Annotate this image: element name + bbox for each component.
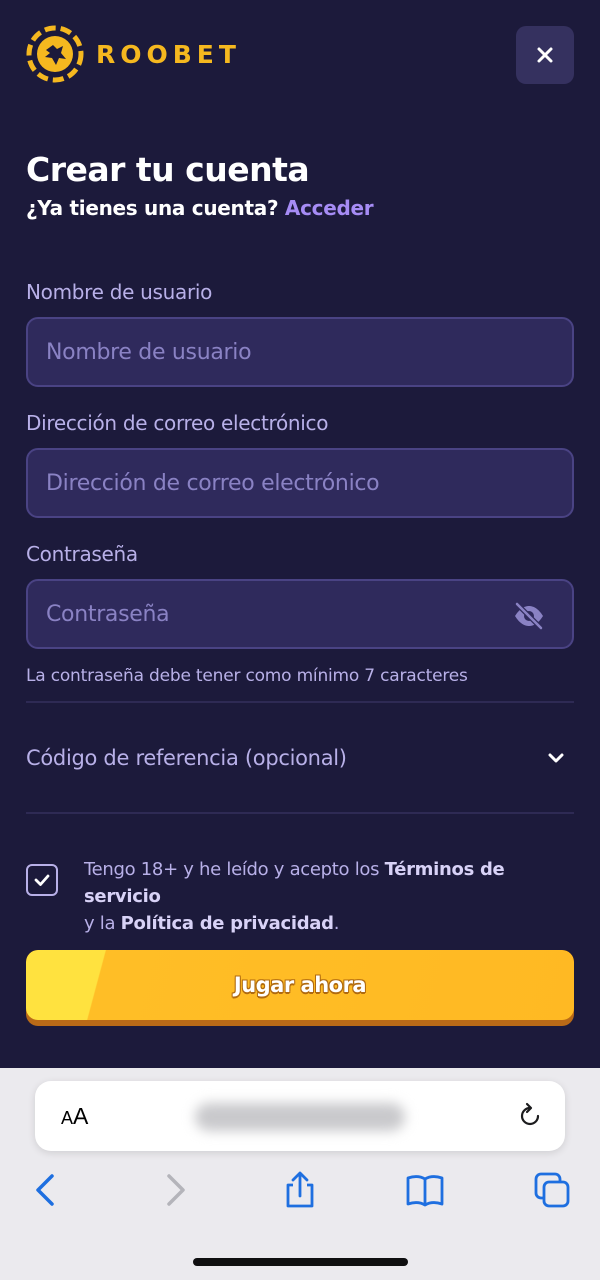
privacy-policy-link[interactable]: Política de privacidad [121,913,334,934]
password-hint: La contraseña debe tener como mínimo 7 c… [26,666,468,686]
eye-off-icon[interactable] [512,599,546,633]
play-now-face: Jugar ahora [26,950,574,1020]
terms-prefix: Tengo 18+ y he leído y acepto los [84,859,385,880]
forward-icon[interactable] [155,1170,195,1210]
page-title: Crear tu cuenta [26,150,310,189]
checkmark-icon [34,874,50,886]
username-label: Nombre de usuario [26,280,213,304]
login-link[interactable]: Acceder [285,196,374,220]
home-indicator [193,1258,408,1266]
terms-row: Tengo 18+ y he leído y acepto los Términ… [26,856,586,937]
referral-code-toggle[interactable]: Código de referencia (opcional) [26,704,574,812]
brand-name: ROOBET [96,39,241,69]
chevron-down-icon [548,753,564,763]
terms-middle: y la [84,913,121,934]
terms-text: Tengo 18+ y he leído y acepto los Términ… [84,856,586,937]
terms-checkbox[interactable] [26,864,58,896]
email-input[interactable] [46,470,572,496]
username-field[interactable] [26,317,574,387]
password-input[interactable] [46,601,572,627]
divider-bottom [26,812,574,814]
username-input[interactable] [46,339,572,365]
divider-top [26,701,574,703]
terms-suffix: . [333,913,340,934]
brand: ROOBET [26,25,241,83]
close-button[interactable] [516,26,574,84]
referral-label: Código de referencia (opcional) [26,746,347,770]
password-field[interactable] [26,579,574,649]
address-bar[interactable]: AA [35,1081,565,1151]
close-icon [537,47,553,63]
login-prompt-question: ¿Ya tienes una cuenta? [26,196,279,220]
email-field[interactable] [26,448,574,518]
url-text-blurred [195,1103,405,1131]
reload-icon[interactable] [515,1101,545,1131]
browser-chrome: AA [0,1068,600,1280]
tabs-icon[interactable] [532,1170,572,1210]
play-now-button[interactable]: Jugar ahora [26,950,574,1026]
password-label: Contraseña [26,542,138,566]
login-prompt: ¿Ya tienes una cuenta? Acceder [26,196,374,220]
bookmarks-icon[interactable] [405,1170,445,1210]
text-size-button[interactable]: AA [61,1103,88,1130]
roobet-logo-icon [26,25,84,83]
back-icon[interactable] [26,1170,66,1210]
play-now-label: Jugar ahora [233,973,367,997]
email-label: Dirección de correo electrónico [26,411,329,435]
share-icon[interactable] [280,1170,320,1210]
signup-screen: ROOBET Crear tu cuenta ¿Ya tienes una cu… [0,0,600,1068]
